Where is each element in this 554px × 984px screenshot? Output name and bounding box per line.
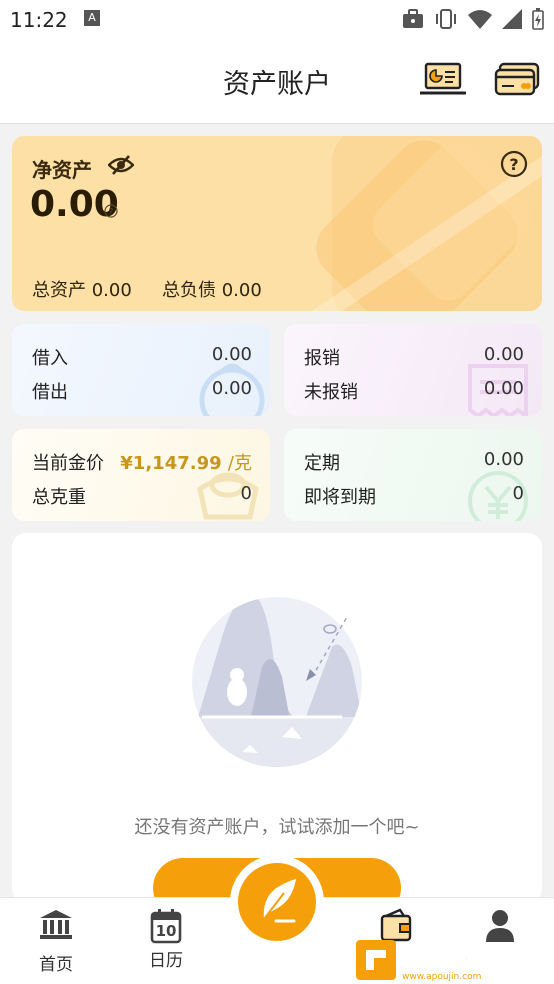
record-fab-inner[interactable] bbox=[238, 863, 316, 941]
cards-button[interactable] bbox=[494, 62, 542, 100]
status-time: 11:22 bbox=[10, 8, 68, 32]
total-liabilities-value: 0.00 bbox=[221, 280, 262, 301]
status-icons bbox=[402, 6, 544, 32]
borrow-in-label: 借入 bbox=[32, 348, 68, 369]
total-assets-value: 0.00 bbox=[91, 280, 132, 301]
total-assets: 总资产 0.00 bbox=[32, 276, 132, 302]
pending-label: 未报销 bbox=[304, 382, 358, 403]
fixed-deposit-value: 0.00 bbox=[483, 449, 524, 470]
svg-text:?: ? bbox=[509, 155, 518, 174]
borrow-out-value: 0.00 bbox=[211, 378, 252, 399]
reimbursed-value: 0.00 bbox=[483, 344, 524, 365]
expiring-label: 即将到期 bbox=[304, 487, 376, 508]
nav-calendar-label: 日历 bbox=[149, 951, 183, 971]
briefcase-icon bbox=[403, 9, 423, 28]
net-assets-label: 净资产 bbox=[32, 158, 92, 182]
svg-text:欧金软件园: 欧金软件园 bbox=[402, 944, 522, 972]
page-title: 资产账户 bbox=[223, 69, 331, 100]
reimburse-card[interactable]: 报销 0.00 未报销 0.00 bbox=[284, 324, 542, 416]
report-button[interactable] bbox=[419, 62, 468, 100]
total-liabilities: 总负债 0.00 bbox=[162, 276, 262, 302]
quill-icon bbox=[263, 879, 296, 923]
calendar-icon: 10 bbox=[150, 908, 182, 944]
bank-icon bbox=[40, 910, 72, 939]
total-liabilities-label: 总负债 bbox=[162, 280, 216, 301]
app-header: 资产账户 bbox=[0, 38, 554, 124]
gold-price-value: ¥1,147.99 bbox=[120, 453, 222, 474]
empty-illustration-icon bbox=[192, 597, 362, 767]
wifi-icon bbox=[468, 10, 492, 29]
laptop-chart-icon bbox=[419, 62, 467, 95]
nav-home[interactable]: 首页 bbox=[16, 908, 96, 975]
calendar-day: 10 bbox=[155, 922, 177, 940]
borrow-card[interactable]: 借入 0.00 借出 0.00 bbox=[12, 324, 270, 416]
pending-value: 0.00 bbox=[483, 378, 524, 399]
record-fab[interactable] bbox=[230, 855, 324, 949]
expiring-value: 0 bbox=[512, 483, 524, 504]
status-bar: 11:22 A bbox=[0, 0, 554, 38]
signal-icon bbox=[502, 9, 522, 29]
empty-message: 还没有资产账户，试试添加一个吧~ bbox=[134, 817, 420, 838]
nav-calendar[interactable]: 10 日历 bbox=[126, 908, 206, 971]
borrow-out-label: 借出 bbox=[32, 382, 68, 403]
vibrate-icon bbox=[436, 9, 456, 29]
svg-text:?: ? bbox=[109, 208, 114, 218]
deposit-card[interactable]: 定期 0.00 即将到期 0 bbox=[284, 429, 542, 521]
battery-icon bbox=[532, 8, 544, 30]
gold-card[interactable]: 当前金价 ¥1,147.99 /克 总克重 0 bbox=[12, 429, 270, 521]
total-assets-label: 总资产 bbox=[32, 280, 86, 301]
reimbursed-label: 报销 bbox=[304, 348, 340, 369]
credit-cards-icon bbox=[494, 62, 540, 96]
gold-price-label: 当前金价 bbox=[32, 453, 104, 474]
nav-home-label: 首页 bbox=[39, 955, 73, 975]
hide-eye-icon[interactable] bbox=[108, 154, 134, 176]
site-watermark-logo: 欧金软件园 www.apoujin.com bbox=[356, 940, 523, 982]
help-icon[interactable]: ? bbox=[500, 150, 528, 178]
net-assets-card[interactable]: 净资产 ? 0.00 ? 总资产 0.00 总负债 0.00 bbox=[12, 136, 542, 311]
gold-price-unit: /克 bbox=[227, 453, 252, 474]
gold-weight-value: 0 bbox=[240, 483, 252, 504]
notification-badge-icon: A bbox=[84, 10, 100, 26]
borrow-in-value: 0.00 bbox=[211, 344, 252, 365]
svg-text:www.apoujin.com: www.apoujin.com bbox=[402, 972, 481, 982]
gold-weight-label: 总克重 bbox=[32, 487, 86, 508]
fixed-deposit-label: 定期 bbox=[304, 453, 340, 474]
info-icon[interactable]: ? bbox=[104, 204, 118, 218]
empty-state-card: 还没有资产账户，试试添加一个吧~ bbox=[12, 533, 542, 918]
